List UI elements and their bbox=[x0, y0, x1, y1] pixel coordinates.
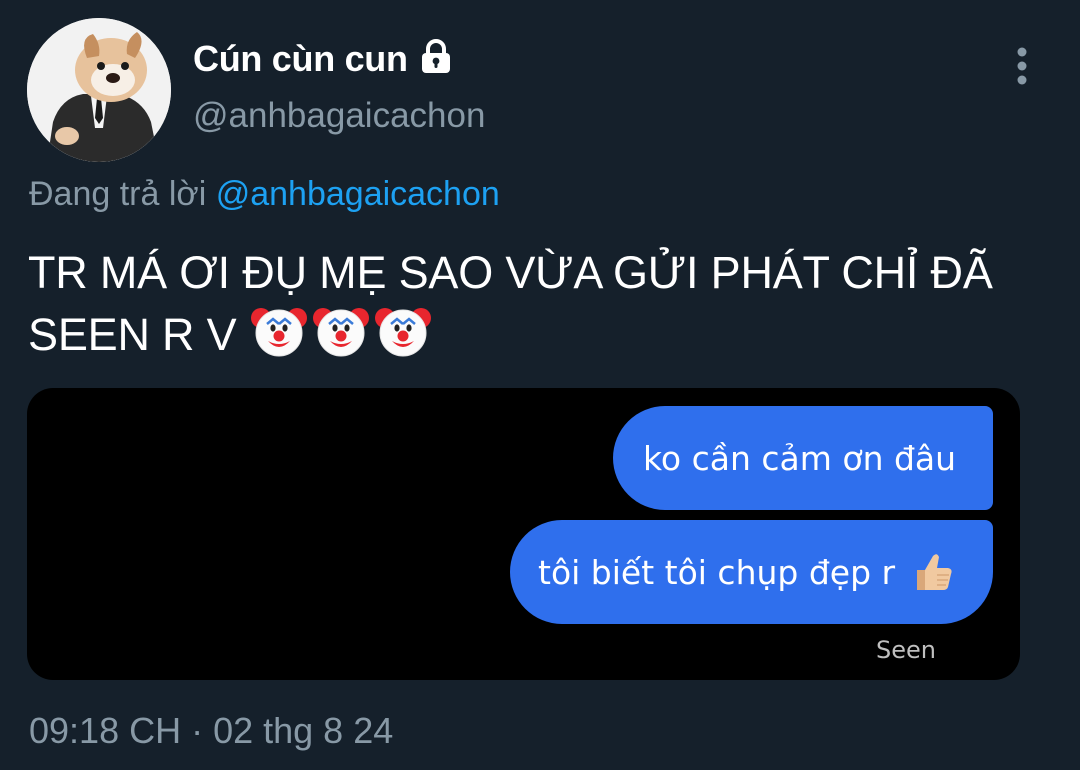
clown-face-emoji-icon bbox=[313, 308, 370, 357]
seen-status: Seen bbox=[876, 636, 936, 664]
avatar[interactable] bbox=[27, 18, 171, 162]
message-text: tôi biết tôi chụp đẹp r bbox=[538, 552, 896, 592]
message-bubble: ko cần cảm ơn đâu bbox=[613, 406, 993, 510]
tweet-body: TR MÁ ƠI ĐỤ MẸ SAO VỪA GỬI PHÁT CHỈ ĐÃ S… bbox=[28, 247, 993, 360]
clown-face-emoji-icon bbox=[375, 308, 432, 357]
lock-icon bbox=[421, 39, 450, 73]
emoji-row bbox=[250, 302, 432, 360]
message-text: ko cần cảm ơn đâu bbox=[643, 438, 957, 478]
display-name-row[interactable]: Cún cùn cun bbox=[193, 34, 456, 84]
reply-mention-link[interactable]: @anhbagaicachon bbox=[216, 175, 500, 213]
more-options-button[interactable] bbox=[1002, 44, 1042, 88]
handle[interactable]: @anhbagaicachon bbox=[193, 96, 485, 136]
clown-face-emoji-icon bbox=[251, 308, 308, 357]
tweet-timestamp[interactable]: 09:18 CH · 02 thg 8 24 bbox=[29, 710, 393, 752]
tweet-text: TR MÁ ƠI ĐỤ MẸ SAO VỪA GỬI PHÁT CHỈ ĐÃ S… bbox=[28, 244, 1038, 364]
more-vertical-icon bbox=[1017, 47, 1027, 85]
dog-in-suit-avatar-icon bbox=[27, 18, 171, 162]
reply-context: Đang trả lời @anhbagaicachon bbox=[29, 175, 500, 214]
tweet-media-image[interactable]: ko cần cảm ơn đâu tôi biết tôi chụp đẹp … bbox=[27, 388, 1020, 680]
reply-prefix: Đang trả lời bbox=[29, 175, 207, 213]
thumbs-up-emoji-icon bbox=[917, 554, 952, 590]
message-bubble: tôi biết tôi chụp đẹp r bbox=[510, 520, 993, 624]
display-name[interactable]: Cún cùn cun bbox=[193, 38, 408, 80]
